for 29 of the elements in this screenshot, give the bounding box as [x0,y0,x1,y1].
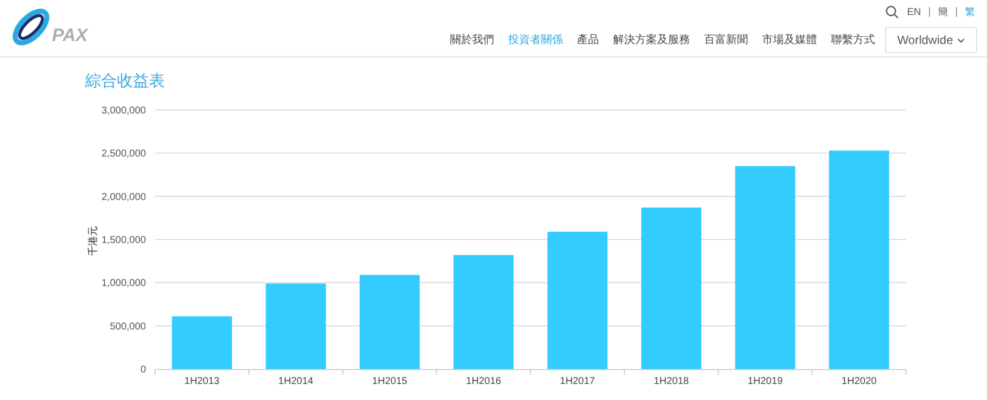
search-icon[interactable] [885,5,900,19]
y-tick-label: 0 [140,364,146,376]
nav-link[interactable]: 產品 [577,32,600,48]
nav-link[interactable]: 市場及媒體 [762,32,818,48]
y-tick-label: 3,000,000 [102,106,146,116]
region-dropdown[interactable]: Worldwide [885,27,977,53]
section-title: 綜合收益表 [85,73,165,90]
language-link[interactable]: EN [907,4,921,20]
y-tick-label: 2,500,000 [102,148,146,160]
nav-link[interactable]: 聯繫方式 [831,32,876,48]
chevron-down-icon [957,38,965,42]
x-tick-label: 1H2018 [654,376,689,387]
language-link[interactable]: 簡 [938,4,948,20]
y-tick-label: 1,000,000 [102,278,146,290]
nav-link[interactable]: 解決方案及服務 [613,32,690,48]
x-tick-label: 1H2013 [184,376,220,387]
nav-link[interactable]: 關於我們 [450,32,494,48]
y-tick-label: 1,500,000 [102,235,146,246]
nav-link[interactable]: 百富新聞 [704,32,748,48]
x-tick-label: 1H2020 [842,376,877,387]
x-tick-label: 1H2014 [278,376,314,387]
x-tick-label: 1H2017 [560,376,595,387]
x-tick-label: 1H2016 [466,376,502,387]
x-tick-label: 1H2015 [372,376,408,387]
y-tick-label: 2,000,000 [102,192,146,203]
logo-text: PAX [52,26,88,44]
y-tick-label: 500,000 [110,321,146,332]
x-tick-label: 1H2019 [748,376,783,387]
y-axis-label: 千港元 [88,226,99,256]
